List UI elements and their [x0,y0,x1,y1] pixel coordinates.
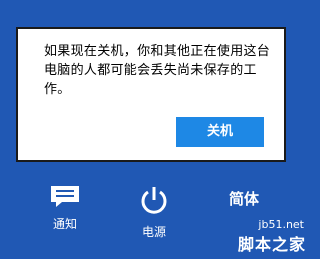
notifications-charm[interactable]: 通知 [35,185,95,232]
notification-icon [51,186,79,207]
input-method-charm[interactable]: 简体 [214,188,274,209]
watermark: jb51.net 脚本之家 [238,218,306,255]
shutdown-warning-dialog: 如果现在关机，你和其他正在使用这台电脑的人都可能会丢失尚未保存的工作。 关机 [16,27,286,162]
shutdown-button[interactable]: 关机 [176,117,264,147]
notifications-label: 通知 [52,217,77,231]
power-label: 电源 [141,225,166,239]
input-method-label: 简体 [228,190,259,208]
dialog-message: 如果现在关机，你和其他正在使用这台电脑的人都可能会丢失尚未保存的工作。 [44,44,271,97]
watermark-brand: 脚本之家 [237,235,306,254]
watermark-site: jb51.net [258,218,304,231]
power-icon [141,187,167,214]
power-charm[interactable]: 电源 [124,185,184,240]
